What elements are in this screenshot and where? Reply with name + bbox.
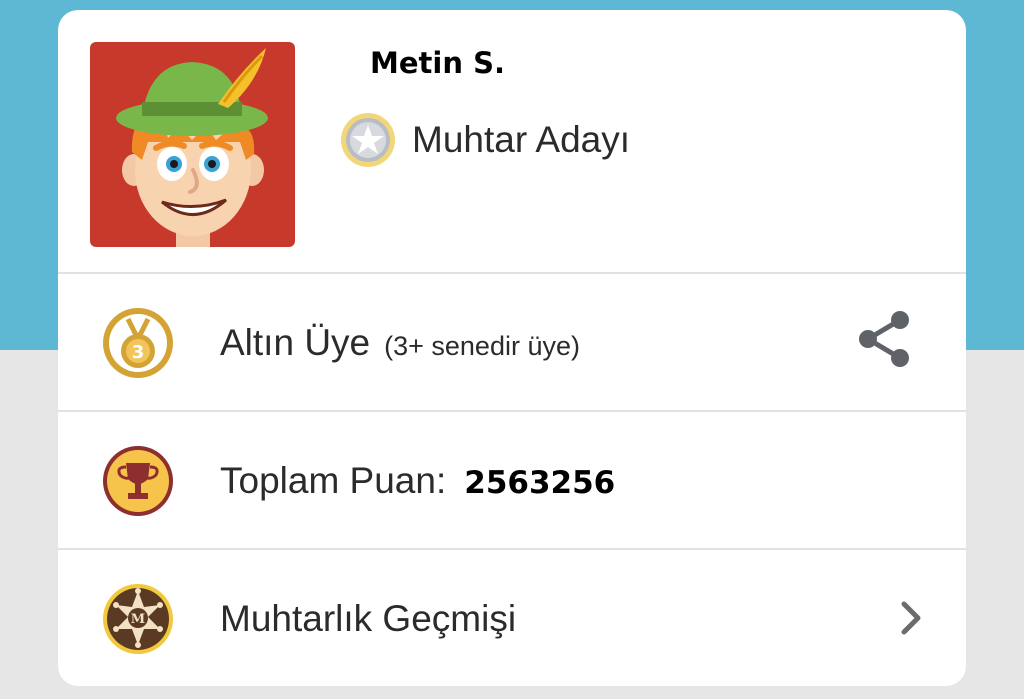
chevron-right-icon[interactable] — [896, 598, 926, 638]
history-label: Muhtarlık Geçmişi — [220, 598, 517, 639]
sheriff-star-letter: M — [131, 612, 145, 627]
points-text: Toplam Puan: 2563256 — [220, 460, 615, 502]
membership-detail: (3+ senedir üye) — [384, 331, 580, 361]
user-name: Metin S. — [370, 46, 505, 80]
profile-card: Metin S. Muhtar Adayı 3 Altın Üye (3+ se… — [58, 10, 966, 686]
sheriff-star-icon: M — [102, 583, 174, 655]
medal-number: 3 — [132, 342, 145, 363]
points-row: Toplam Puan: 2563256 — [58, 412, 966, 548]
membership-text: Altın Üye (3+ senedir üye) — [220, 322, 580, 364]
points-value: 2563256 — [464, 465, 616, 501]
history-row[interactable]: M Muhtarlık Geçmişi — [58, 550, 966, 686]
gold-medal-icon: 3 — [102, 307, 174, 379]
profile-header: Metin S. Muhtar Adayı — [58, 10, 966, 272]
membership-label: Altın Üye — [220, 322, 371, 363]
avatar[interactable] — [90, 42, 295, 247]
history-text: Muhtarlık Geçmişi — [220, 598, 516, 640]
share-icon[interactable] — [856, 308, 914, 370]
points-label: Toplam Puan: — [220, 460, 447, 501]
rank-row: Muhtar Adayı — [340, 110, 630, 170]
membership-row: 3 Altın Üye (3+ senedir üye) — [58, 274, 966, 410]
rank-label: Muhtar Adayı — [412, 119, 631, 160]
silver-star-badge-icon — [340, 112, 396, 168]
trophy-icon — [102, 445, 174, 517]
